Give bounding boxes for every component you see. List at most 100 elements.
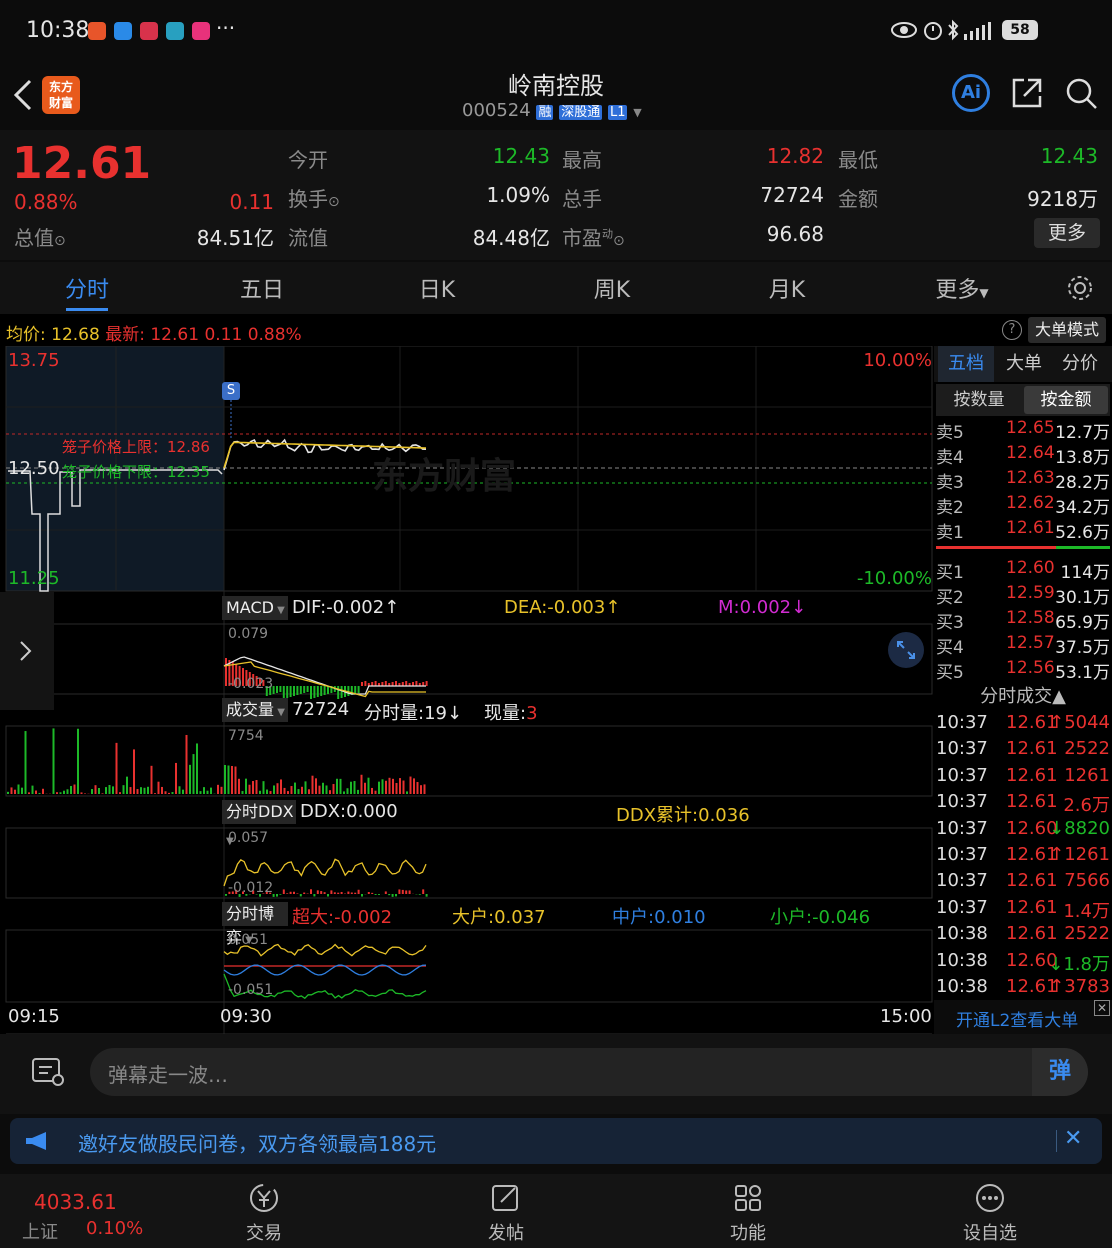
ask-row[interactable]: 卖4 12.64 13.8万 (934, 443, 1112, 468)
tick-volume: 2522 (1064, 738, 1110, 760)
tick-volume: ↑3783 (1049, 976, 1110, 997)
ticks-title[interactable]: 分时成交▲ (934, 682, 1112, 708)
ask-row[interactable]: 卖3 12.63 28.2万 (934, 468, 1112, 493)
level-volume: 53.1万 (1055, 663, 1110, 683)
tab-weekly-k[interactable]: 周K (562, 272, 662, 304)
amount-label: 金额 (838, 187, 878, 211)
level-label: 卖3 (936, 473, 964, 493)
last-label: 最新: (105, 325, 145, 345)
nav-trade-label: 交易 (246, 1223, 282, 1244)
game-indicator-select[interactable]: 分时博弈 ▼ (222, 902, 288, 947)
bottom-nav: 4033.61 上证 0.10% 交易 发帖 功能 设自选 (0, 1174, 1112, 1248)
side-expand-button[interactable] (0, 592, 54, 710)
last-pct: 0.88% (247, 325, 302, 345)
l2-link[interactable]: 开通L2查看大单 (956, 1006, 1078, 1031)
trade-signal-marker[interactable]: S (222, 382, 240, 400)
nav-post[interactable]: 发帖 (446, 1182, 566, 1245)
tab-active-indicator (66, 308, 108, 311)
nav-functions[interactable]: 功能 (688, 1182, 808, 1245)
signal-icon (964, 22, 991, 40)
by-amount-button[interactable]: 按金额 (1024, 386, 1108, 414)
tab-five-levels[interactable]: 五档 (938, 346, 994, 382)
ask-row[interactable]: 卖2 12.62 34.2万 (934, 493, 1112, 518)
tick-volume: ↓1.8万 (1048, 953, 1110, 975)
level-price: 12.56 (1006, 658, 1055, 678)
trade-yen-icon (250, 1184, 278, 1212)
tab-daily-k[interactable]: 日K (387, 272, 487, 304)
nav-watchlist[interactable]: 设自选 (930, 1182, 1050, 1245)
tick-time: 10:37 (936, 896, 988, 918)
fullscreen-button[interactable] (888, 632, 924, 668)
ddx-top-value: 0.057 (228, 830, 269, 846)
avg-price: 12.68 (51, 325, 100, 345)
l2-promo[interactable]: 开通L2查看大单 ✕ (934, 1000, 1112, 1034)
level-label: 卖1 (936, 523, 964, 543)
expand-icon (897, 641, 915, 659)
close-icon[interactable]: ✕ (1094, 1000, 1110, 1016)
settings-gear-icon[interactable] (1066, 274, 1094, 302)
bid-row[interactable]: 买2 12.59 30.1万 (934, 583, 1112, 608)
tab-more[interactable]: 更多▼ (912, 272, 1012, 304)
tab-price-distribution[interactable]: 分价 (1052, 346, 1108, 382)
level-badge: L1 (607, 105, 628, 120)
tick-price: 12.61 (1006, 738, 1058, 760)
level-price: 12.60 (1006, 558, 1055, 578)
promo-banner[interactable]: 邀好友做股民问卷，双方各领最高188元 ✕ (10, 1118, 1102, 1164)
level-price: 12.58 (1006, 608, 1055, 628)
battery-icon: 58 (1002, 20, 1038, 40)
pe-ratio: 96.68 (766, 222, 824, 246)
by-quantity-button[interactable]: 按数量 (936, 384, 1022, 416)
level-price: 12.57 (1006, 633, 1055, 653)
y-axis-bottom: 11.25 (8, 568, 60, 589)
ask-row[interactable]: 卖1 12.61 52.6万 (934, 518, 1112, 543)
volume-total: 72724 (292, 699, 350, 720)
tab-monthly-k[interactable]: 月K (737, 272, 837, 304)
macd-indicator-select[interactable]: MACD ▼ (222, 596, 288, 620)
sz-connect-badge: 深股通 (559, 105, 603, 120)
megaphone-icon (26, 1132, 46, 1150)
time-axis-start: 09:15 (8, 1006, 60, 1027)
search-icon[interactable] (1064, 76, 1098, 110)
bid-row[interactable]: 买4 12.57 37.5万 (934, 633, 1112, 658)
tab-big-orders[interactable]: 大单 (996, 346, 1052, 382)
help-icon[interactable]: ? (1002, 320, 1022, 340)
level-price: 12.59 (1006, 583, 1055, 603)
stock-header: 东方 财富 岭南控股 000524 融 深股通 L1 ▼ Ai (0, 62, 1112, 130)
tick-volume: 2.6万 (1063, 795, 1110, 817)
ask-row[interactable]: 卖5 12.65 12.7万 (934, 418, 1112, 443)
bid-row[interactable]: 买1 12.60 114万 (934, 558, 1112, 583)
danmu-input[interactable]: 弹幕走一波… 弹 (90, 1048, 1088, 1096)
tab-five-day[interactable]: 五日 (212, 272, 312, 304)
ai-assistant-icon[interactable]: Ai (952, 74, 990, 112)
stock-code-line[interactable]: 000524 融 深股通 L1 ▼ (462, 100, 642, 124)
danmu-toggle-button[interactable]: 弹 (1032, 1048, 1088, 1096)
share-icon[interactable] (1010, 76, 1044, 110)
last-price: 12.61 (150, 325, 200, 345)
nav-post-label: 发帖 (488, 1223, 524, 1244)
bid-row[interactable]: 买3 12.58 65.9万 (934, 608, 1112, 633)
high-price: 12.82 (766, 144, 824, 168)
tick-time: 10:38 (936, 923, 988, 945)
volume-bars (7, 728, 426, 794)
big-order-mode-button[interactable]: 大单模式 (1028, 317, 1106, 343)
level-volume: 34.2万 (1055, 498, 1110, 518)
banner-close-icon[interactable]: ✕ (1064, 1126, 1082, 1151)
ddx-bottom-value: -0.012 (228, 880, 274, 896)
tick-volume: ↓8820 (1049, 817, 1110, 839)
comment-list-icon[interactable] (30, 1056, 66, 1088)
more-quote-button[interactable]: 更多 (1034, 218, 1100, 248)
macd-bottom-value: -0.023 (228, 676, 274, 692)
ddx-indicator-select[interactable]: 分时DDX ▼ (222, 800, 296, 847)
index-ticker[interactable]: 4033.61 上证 0.10% (0, 1174, 168, 1248)
volume-indicator-select[interactable]: 成交量 ▼ (222, 698, 288, 722)
eye-icon (891, 22, 917, 38)
tick-row: 10:37 12.61 ↑5044 (934, 712, 1112, 738)
level-label: 买4 (936, 638, 964, 658)
tick-time: 10:37 (936, 791, 988, 813)
tab-intraday[interactable]: 分时 (37, 272, 137, 304)
level-volume: 52.6万 (1055, 523, 1110, 543)
nav-trade[interactable]: 交易 (204, 1182, 324, 1245)
bid-row[interactable]: 买5 12.56 53.1万 (934, 658, 1112, 683)
y-axis-top: 13.75 (8, 350, 60, 371)
tick-volume: 1261 (1064, 764, 1110, 786)
